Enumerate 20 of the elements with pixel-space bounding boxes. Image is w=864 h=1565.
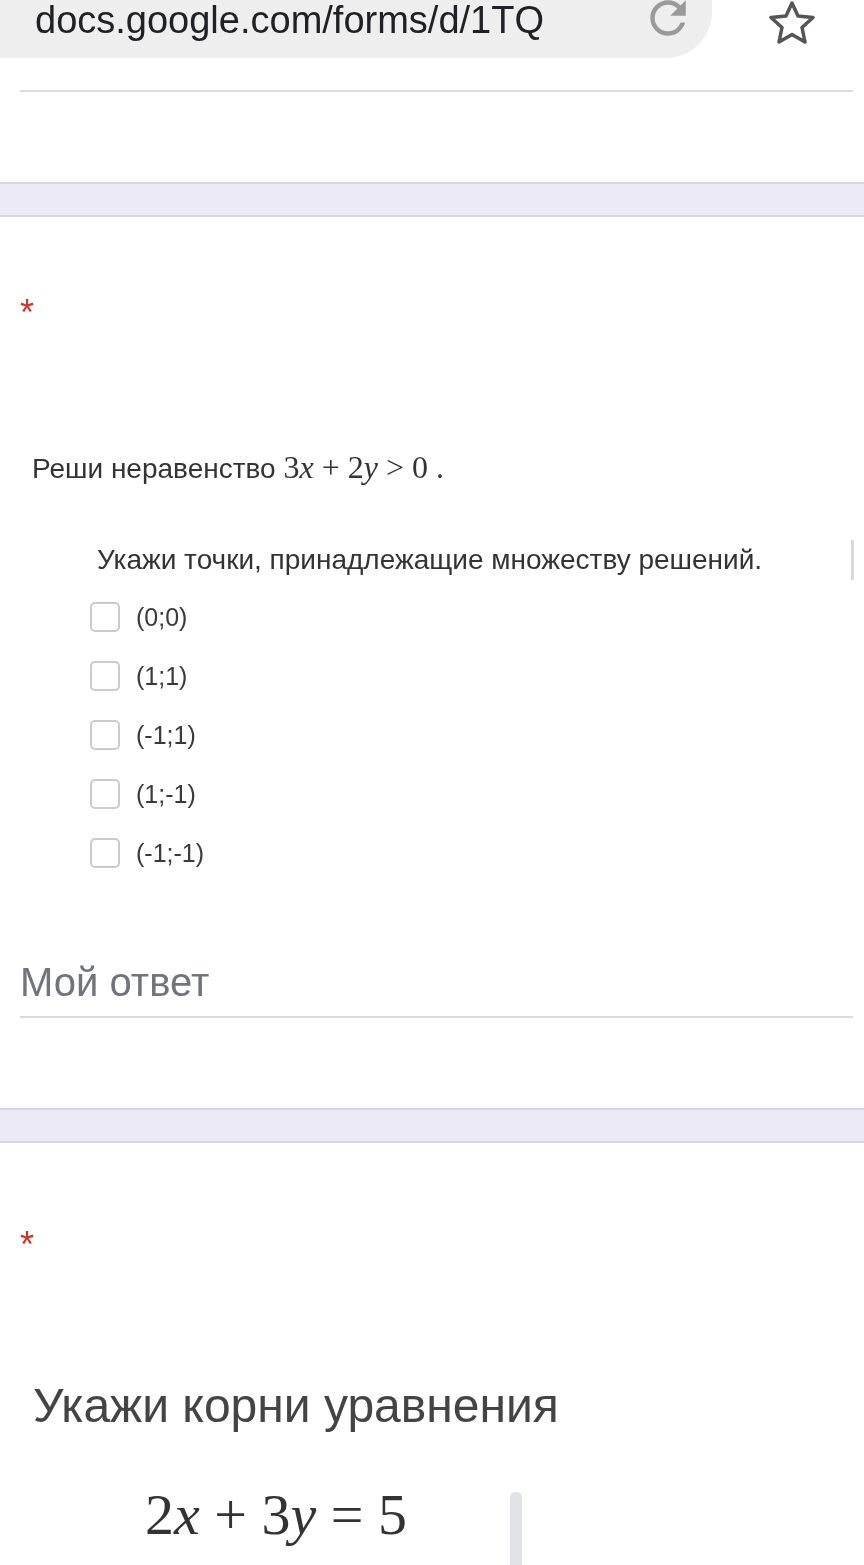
option-label: (0;0)	[136, 601, 188, 632]
option-label: (-1;-1)	[136, 837, 205, 868]
checkbox[interactable]	[90, 778, 120, 809]
checkbox[interactable]	[90, 660, 120, 691]
required-asterisk: *	[20, 295, 34, 331]
instruction-text: Укажи точки, принадлежащие множеству решений.	[97, 543, 763, 577]
equation-text: 2x + 3y = 5	[145, 1484, 407, 1546]
checkbox[interactable]	[90, 719, 120, 750]
reload-icon[interactable]	[650, 0, 686, 36]
option-label: (1;1)	[136, 660, 188, 691]
option-label: (1;-1)	[136, 778, 196, 809]
question-text: Реши неравенство 3x + 2y > 0 .	[32, 450, 444, 486]
star-icon[interactable]	[768, 0, 816, 44]
required-asterisk: *	[20, 1227, 34, 1263]
answer-field[interactable]: Мой ответ	[20, 948, 853, 1018]
option-label: (-1;1)	[136, 719, 196, 750]
address-bar[interactable]: docs.google.com/forms/d/1TQ	[0, 0, 712, 58]
checkbox[interactable]	[90, 601, 120, 632]
question-text: Укажи корни уравнения	[33, 1378, 559, 1434]
checkbox[interactable]	[90, 837, 120, 868]
